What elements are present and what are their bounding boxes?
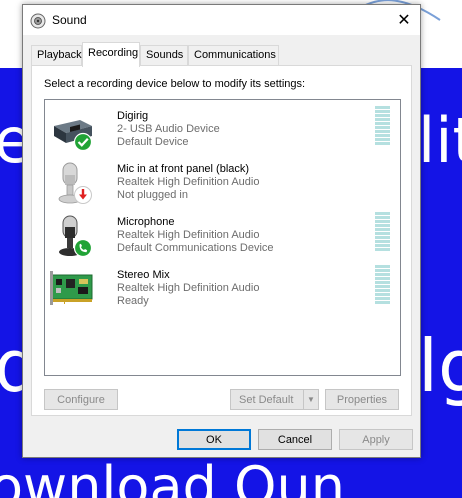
wallpaper-text-2-right: lg xyxy=(418,324,462,408)
device-driver: Realtek High Definition Audio xyxy=(117,176,260,188)
device-name: Digirig xyxy=(117,110,149,122)
microphone-icon xyxy=(58,162,92,204)
device-item-stereo-mix[interactable]: Stereo Mix Realtek High Definition Audio… xyxy=(45,263,400,315)
tab-communications[interactable]: Communications xyxy=(188,45,279,66)
set-default-label: Set Default xyxy=(239,393,294,406)
ok-button[interactable]: OK xyxy=(177,429,251,450)
device-status: Not plugged in xyxy=(117,189,188,201)
device-status: Default Device xyxy=(117,136,189,148)
device-driver: 2- USB Audio Device xyxy=(117,123,220,135)
device-name: Stereo Mix xyxy=(117,269,170,281)
wallpaper-text-1-right: lit xyxy=(418,104,462,177)
set-default-button[interactable]: Set Default ▼ xyxy=(230,389,319,410)
sound-dialog: Sound ✕ Playback Recording Sounds Commun… xyxy=(22,4,421,458)
apply-button[interactable]: Apply xyxy=(339,429,413,450)
device-status: Default Communications Device xyxy=(117,242,274,254)
properties-button[interactable]: Properties xyxy=(325,389,399,410)
device-item-digirig[interactable]: Digirig 2- USB Audio Device Default Devi… xyxy=(45,104,400,156)
phone-badge xyxy=(73,238,93,258)
device-item-microphone[interactable]: Microphone Realtek High Definition Audio… xyxy=(45,210,400,262)
instruction-text: Select a recording device below to modif… xyxy=(44,78,306,90)
close-button[interactable]: ✕ xyxy=(388,5,420,35)
level-meter xyxy=(375,106,390,152)
device-name: Mic in at front panel (black) xyxy=(117,163,250,175)
configure-button[interactable]: Configure xyxy=(44,389,118,410)
device-status: Ready xyxy=(117,295,149,307)
title-bar[interactable]: Sound ✕ xyxy=(23,5,420,35)
level-meter xyxy=(375,265,390,311)
device-item-mic-front-panel[interactable]: Mic in at front panel (black) Realtek Hi… xyxy=(45,157,400,209)
tab-recording[interactable]: Recording xyxy=(82,42,140,67)
sound-card-icon xyxy=(50,271,93,305)
tab-playback[interactable]: Playback xyxy=(31,45,82,66)
recording-panel: Select a recording device below to modif… xyxy=(31,65,412,416)
cancel-button[interactable]: Cancel xyxy=(258,429,332,450)
chevron-down-icon[interactable]: ▼ xyxy=(303,390,318,409)
device-driver: Realtek High Definition Audio xyxy=(117,282,260,294)
device-list[interactable]: Digirig 2- USB Audio Device Default Devi… xyxy=(44,99,401,376)
device-driver: Realtek High Definition Audio xyxy=(117,229,260,241)
usb-audio-icon xyxy=(54,120,93,152)
microphone-icon xyxy=(59,215,93,258)
level-meter xyxy=(375,212,390,258)
checkmark-badge xyxy=(73,132,93,152)
wallpaper-text-3: ownload Oun xyxy=(0,455,345,498)
tab-sounds[interactable]: Sounds xyxy=(140,45,188,66)
device-name: Microphone xyxy=(117,216,175,228)
speaker-icon xyxy=(30,13,46,29)
unplugged-badge xyxy=(74,186,92,204)
close-icon: ✕ xyxy=(397,12,411,29)
window-title: Sound xyxy=(52,13,87,27)
